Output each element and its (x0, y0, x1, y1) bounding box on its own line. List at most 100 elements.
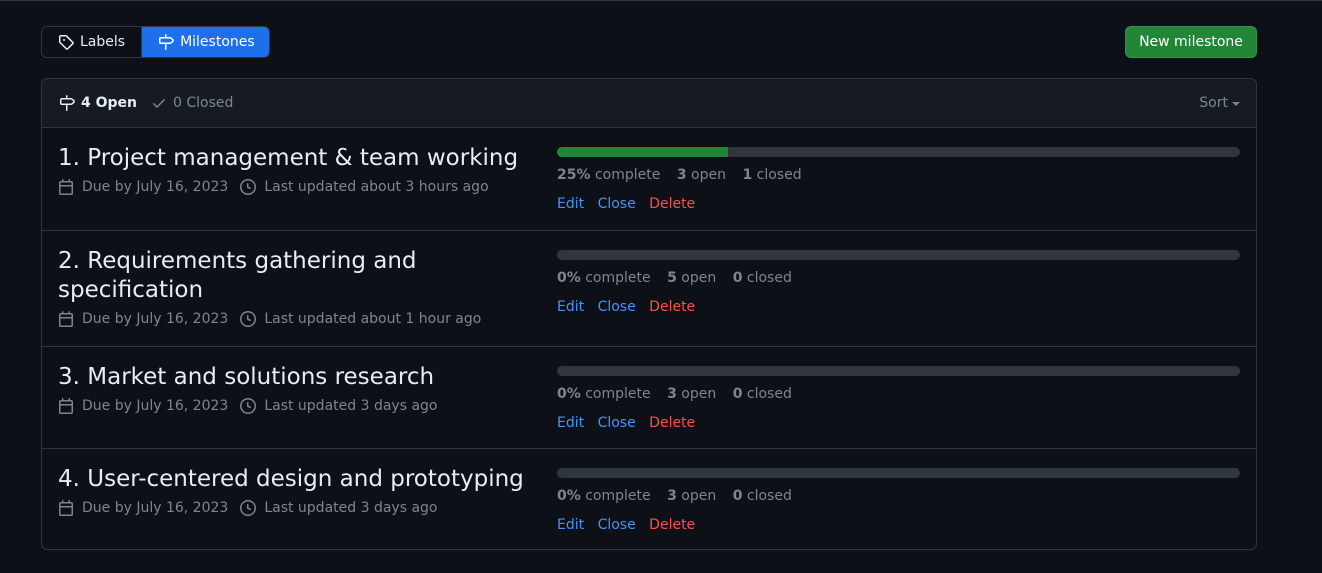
open-label: open (681, 386, 717, 402)
close-link[interactable]: Close (598, 517, 636, 533)
last-updated: Last updated about 1 hour ago (240, 309, 481, 329)
milestone-icon (159, 34, 175, 50)
calendar-icon (59, 500, 73, 516)
complete-label: complete (585, 386, 651, 402)
progress-fill (557, 147, 728, 157)
closed-label: closed (756, 167, 802, 183)
milestones-tab-label: Milestones (180, 34, 255, 50)
milestone-stats: 0% complete 3 open 0 closed (557, 486, 1240, 506)
open-issues-count: 5 (667, 270, 677, 286)
delete-link[interactable]: Delete (649, 517, 695, 533)
open-label: open (681, 488, 717, 504)
due-date: Due by July 16, 2023 (58, 498, 228, 518)
milestone-actions: Edit Close Delete (557, 194, 1240, 214)
sort-dropdown[interactable]: Sort (1199, 79, 1240, 127)
open-issues-count: 3 (667, 386, 677, 402)
close-link[interactable]: Close (598, 415, 636, 431)
clock-icon (240, 311, 257, 327)
milestone-actions: Edit Close Delete (557, 413, 1240, 433)
edit-link[interactable]: Edit (557, 299, 584, 315)
labels-tab-label: Labels (80, 34, 126, 50)
milestone-title[interactable]: 3. Market and solutions research (58, 363, 557, 392)
due-date-text: Due by July 16, 2023 (82, 500, 229, 516)
calendar-icon (59, 398, 73, 414)
open-issues-count: 3 (676, 167, 687, 183)
delete-link[interactable]: Delete (649, 299, 695, 315)
progress-bar (557, 366, 1240, 376)
due-date-text: Due by July 16, 2023 (82, 311, 229, 327)
last-updated-text: Last updated 3 days ago (264, 500, 438, 516)
labels-tab[interactable]: Labels (42, 27, 143, 57)
open-issues-count: 3 (667, 488, 677, 504)
due-date-text: Due by July 16, 2023 (82, 398, 229, 414)
milestones-list-header: 4 Open 0 Closed Sort (42, 79, 1256, 128)
open-label: open (691, 167, 726, 183)
open-count: 4 Open (81, 95, 137, 111)
due-date: Due by July 16, 2023 (58, 177, 228, 197)
sort-label: Sort (1199, 95, 1228, 111)
milestone-stats: 0% complete 5 open 0 closed (557, 268, 1240, 288)
last-updated-text: Last updated about 3 hours ago (264, 179, 489, 195)
milestone-row: 3. Market and solutions research Due by … (42, 346, 1256, 448)
milestone-stats: 0% complete 3 open 0 closed (557, 384, 1240, 404)
edit-link[interactable]: Edit (557, 415, 584, 431)
milestones-list: 4 Open 0 Closed Sort 1. Project manageme… (41, 78, 1257, 550)
tag-icon (59, 35, 74, 50)
calendar-icon (59, 311, 73, 327)
edit-link[interactable]: Edit (557, 517, 584, 533)
last-updated: Last updated 3 days ago (240, 396, 437, 416)
progress-bar (557, 468, 1240, 478)
milestone-stats: 25% complete 3 open 1 closed (557, 165, 1240, 185)
complete-label: complete (585, 488, 651, 504)
closed-label: closed (746, 386, 792, 402)
percent-complete: 0% (557, 488, 581, 504)
caret-down-icon (1232, 102, 1240, 106)
milestone-row: 4. User-centered design and prototyping … (42, 448, 1256, 549)
closed-issues-count: 0 (732, 386, 743, 402)
closed-issues-count: 0 (732, 488, 743, 504)
delete-link[interactable]: Delete (649, 196, 695, 212)
closed-label: closed (746, 270, 792, 286)
open-label: open (681, 270, 717, 286)
delete-link[interactable]: Delete (649, 415, 695, 431)
calendar-icon (59, 179, 73, 195)
check-icon (153, 99, 165, 108)
milestone-icon (60, 95, 75, 111)
close-link[interactable]: Close (598, 299, 636, 315)
milestone-actions: Edit Close Delete (557, 297, 1240, 317)
closed-issues-count: 1 (742, 167, 753, 183)
milestone-title[interactable]: 2. Requirements gathering and specificat… (58, 247, 557, 305)
percent-complete: 25% (557, 167, 591, 183)
progress-bar (557, 147, 1240, 157)
last-updated-text: Last updated about 1 hour ago (264, 311, 482, 327)
clock-icon (240, 500, 257, 516)
open-filter[interactable]: 4 Open (59, 95, 137, 111)
milestone-title[interactable]: 1. Project management & team working (58, 144, 557, 173)
edit-link[interactable]: Edit (557, 196, 584, 212)
milestone-title[interactable]: 4. User-centered design and prototyping (58, 465, 557, 494)
percent-complete: 0% (557, 270, 581, 286)
percent-complete: 0% (557, 386, 581, 402)
complete-label: complete (585, 270, 651, 286)
due-date: Due by July 16, 2023 (58, 309, 228, 329)
last-updated: Last updated 3 days ago (240, 498, 437, 518)
close-link[interactable]: Close (598, 196, 636, 212)
last-updated: Last updated about 3 hours ago (240, 177, 489, 197)
milestones-tab[interactable]: Milestones (142, 27, 269, 57)
due-date: Due by July 16, 2023 (58, 396, 228, 416)
milestone-actions: Edit Close Delete (557, 515, 1240, 535)
progress-bar (557, 250, 1240, 260)
closed-issues-count: 0 (732, 270, 743, 286)
new-milestone-button[interactable]: New milestone (1125, 26, 1257, 58)
top-divider (0, 0, 1322, 1)
clock-icon (240, 179, 257, 195)
closed-filter[interactable]: 0 Closed (151, 95, 233, 111)
complete-label: complete (594, 167, 661, 183)
closed-label: closed (746, 488, 792, 504)
last-updated-text: Last updated 3 days ago (264, 398, 438, 414)
labels-milestones-subnav: Labels Milestones (41, 26, 270, 58)
milestone-row: 2. Requirements gathering and specificat… (42, 230, 1256, 346)
clock-icon (240, 398, 257, 414)
due-date-text: Due by July 16, 2023 (82, 179, 229, 195)
closed-count: 0 Closed (173, 95, 234, 111)
